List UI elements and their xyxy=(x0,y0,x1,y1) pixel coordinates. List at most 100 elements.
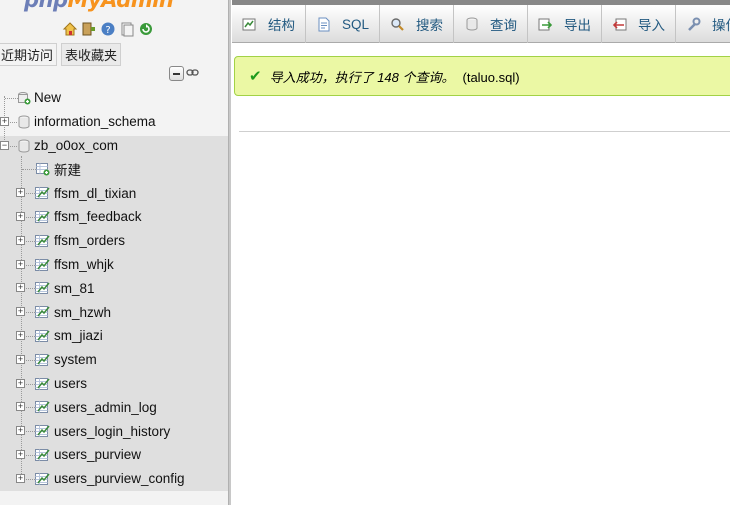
search-icon xyxy=(390,17,405,32)
collapse-icon[interactable]: − xyxy=(0,140,9,150)
expand-icon[interactable]: + xyxy=(16,402,25,412)
nav-icon-bar: ? xyxy=(62,21,154,37)
expand-icon[interactable]: + xyxy=(16,211,25,221)
table-item[interactable]: + users xyxy=(0,372,228,396)
tab-operations[interactable]: 操作 xyxy=(676,5,730,43)
table-name: users_login_history xyxy=(54,423,171,439)
tab-search[interactable]: 搜索 xyxy=(380,5,455,43)
phpmyadmin-logo[interactable]: phpMyAdmin xyxy=(24,0,174,12)
check-icon: ✔ xyxy=(249,68,262,85)
expand-icon[interactable]: + xyxy=(16,378,25,388)
favorite-tables-button[interactable]: 表收藏夹 xyxy=(61,43,122,66)
database-item-zb-o0ox-com[interactable]: − zb_o0ox_com xyxy=(0,134,228,158)
new-table-item[interactable]: 新建 xyxy=(0,157,228,181)
sql-icon xyxy=(316,17,331,32)
table-item[interactable]: + sm_hzwh xyxy=(0,300,228,324)
new-database-item[interactable]: New xyxy=(0,86,228,110)
table-name: system xyxy=(54,352,97,368)
expand-icon[interactable]: + xyxy=(16,426,25,436)
table-icon xyxy=(35,448,50,462)
tab-label: 查询 xyxy=(490,18,518,33)
table-item[interactable]: + users_purview_config xyxy=(0,467,228,491)
table-icon xyxy=(35,186,50,200)
expand-icon[interactable]: + xyxy=(0,116,9,126)
imported-file-name: (taluo.sql) xyxy=(462,69,520,85)
wrench-icon xyxy=(686,17,701,32)
tab-import[interactable]: 导入 xyxy=(602,5,677,43)
database-name: zb_o0ox_com xyxy=(34,137,119,153)
expand-icon[interactable]: + xyxy=(16,449,25,459)
query-icon xyxy=(464,17,479,32)
table-item[interactable]: + sm_81 xyxy=(0,276,228,300)
table-item[interactable]: + users_login_history xyxy=(0,419,228,443)
top-menu: 结构 SQL 搜索 查询 导出 导入 操作 xyxy=(232,5,730,43)
reload-icon[interactable] xyxy=(138,21,154,37)
exit-icon[interactable] xyxy=(81,21,97,37)
nav-tabs: 近期访问 表收藏夹 xyxy=(0,43,122,66)
expand-icon[interactable]: + xyxy=(16,354,25,364)
expand-icon[interactable]: + xyxy=(16,307,25,317)
link-icon[interactable] xyxy=(186,66,200,81)
panel-splitter[interactable] xyxy=(228,0,231,505)
table-item[interactable]: + users_purview xyxy=(0,443,228,467)
table-name: users_purview xyxy=(54,447,142,463)
recent-tables-button[interactable]: 近期访问 xyxy=(0,43,58,66)
table-item[interactable]: + ffsm_orders xyxy=(0,229,228,253)
table-icon xyxy=(35,234,50,248)
structure-icon xyxy=(242,17,257,32)
expand-icon[interactable]: + xyxy=(16,188,25,198)
new-database-icon xyxy=(17,91,31,105)
tab-label: 导出 xyxy=(564,18,592,33)
table-icon xyxy=(35,329,50,343)
new-database-label: New xyxy=(34,90,62,106)
tab-export[interactable]: 导出 xyxy=(528,5,603,43)
table-icon xyxy=(35,210,50,224)
database-icon xyxy=(18,115,32,129)
home-icon[interactable] xyxy=(62,21,78,37)
table-icon xyxy=(35,305,50,319)
new-table-icon xyxy=(36,162,50,176)
table-icon xyxy=(35,377,50,391)
table-name: users xyxy=(54,375,88,391)
tab-label: 操作 xyxy=(712,18,730,33)
export-icon xyxy=(538,17,553,32)
table-item[interactable]: + sm_jiazi xyxy=(0,324,228,348)
table-name: sm_jiazi xyxy=(54,328,103,344)
table-icon xyxy=(35,472,50,486)
database-icon xyxy=(18,139,32,153)
collapse-all-icon[interactable] xyxy=(169,66,184,81)
table-name: ffsm_feedback xyxy=(54,209,142,225)
table-name: ffsm_whjk xyxy=(54,256,114,272)
import-success-message: ✔ 导入成功，执行了 148 个查询。 (taluo.sql) xyxy=(234,56,730,96)
table-icon xyxy=(35,353,50,367)
table-item[interactable]: + ffsm_feedback xyxy=(0,205,228,229)
docs-icon[interactable] xyxy=(119,21,135,37)
table-name: sm_hzwh xyxy=(54,304,112,320)
tab-sql[interactable]: SQL xyxy=(306,5,381,43)
expand-icon[interactable]: + xyxy=(16,259,25,269)
tab-query[interactable]: 查询 xyxy=(454,5,529,43)
divider xyxy=(239,131,730,132)
expand-icon[interactable]: + xyxy=(16,473,25,483)
database-item-information-schema[interactable]: + information_schema xyxy=(0,110,228,134)
table-list: + ffsm_dl_tixian + ffsm_feedback + ffsm_order… xyxy=(0,181,228,490)
table-item[interactable]: + ffsm_dl_tixian xyxy=(0,181,228,205)
table-icon xyxy=(35,258,50,272)
tab-structure[interactable]: 结构 xyxy=(232,5,306,43)
table-item[interactable]: + system xyxy=(0,348,228,372)
table-item[interactable]: + users_admin_log xyxy=(0,395,228,419)
database-tree: New + information_schema − zb_o0ox_com 新… xyxy=(0,86,228,491)
tab-label: 搜索 xyxy=(416,18,444,33)
success-text: 导入成功，执行了 148 个查询。 (taluo.sql) xyxy=(269,69,520,85)
tab-label: 导入 xyxy=(638,18,666,33)
expand-icon[interactable]: + xyxy=(16,330,25,340)
help-icon[interactable]: ? xyxy=(100,21,116,37)
expand-icon[interactable]: + xyxy=(16,235,25,245)
tree-controls xyxy=(169,66,200,81)
table-name: ffsm_orders xyxy=(54,233,126,249)
navigation-panel: phpMyAdmin ? 近期访问 表收藏夹 New + information… xyxy=(0,0,228,505)
expand-icon[interactable]: + xyxy=(16,283,25,293)
table-item[interactable]: + ffsm_whjk xyxy=(0,253,228,277)
table-name: users_purview_config xyxy=(54,471,185,487)
svg-text:?: ? xyxy=(105,25,110,36)
